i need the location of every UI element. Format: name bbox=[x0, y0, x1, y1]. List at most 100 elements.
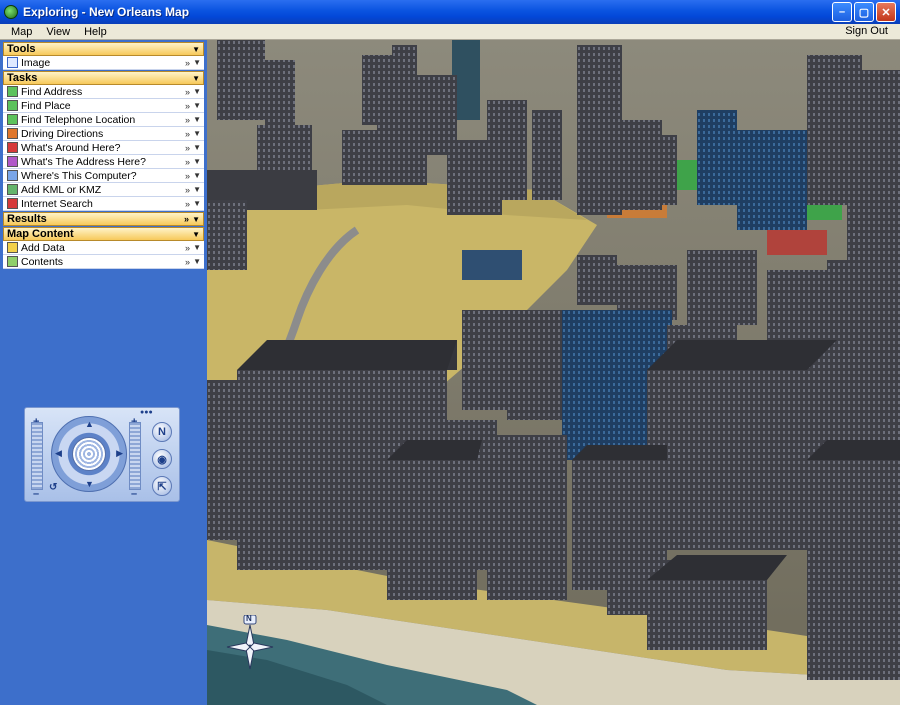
title-bar: Exploring - New Orleans Map – ▢ ✕ bbox=[0, 0, 900, 24]
menu-view[interactable]: View bbox=[39, 26, 77, 38]
add-data-icon bbox=[7, 242, 18, 253]
double-chevron-icon[interactable]: » bbox=[185, 185, 190, 195]
chevron-down-icon[interactable]: ▼ bbox=[193, 157, 201, 166]
task-label: What's The Address Here? bbox=[21, 155, 146, 168]
double-chevron-icon[interactable]: » bbox=[185, 243, 190, 253]
map-view[interactable]: N bbox=[207, 40, 900, 705]
chevron-down-icon[interactable]: ▼ bbox=[193, 58, 201, 67]
task-find-telephone-location[interactable]: Find Telephone Location » ▼ bbox=[3, 113, 204, 127]
pan-center-icon[interactable] bbox=[72, 437, 106, 471]
pan-down-icon[interactable]: ▼ bbox=[85, 479, 94, 489]
maximize-button[interactable]: ▢ bbox=[854, 2, 874, 22]
north-up-button[interactable]: N bbox=[152, 422, 172, 442]
full-extent-button[interactable]: ⇱ bbox=[152, 476, 172, 496]
compass-north-label: N bbox=[246, 614, 252, 623]
globe-button[interactable]: ◉ bbox=[152, 449, 172, 469]
app-globe-icon bbox=[4, 5, 18, 19]
close-button[interactable]: ✕ bbox=[876, 2, 896, 22]
chevron-down-icon[interactable]: ▼ bbox=[192, 230, 200, 239]
double-chevron-icon[interactable]: » bbox=[185, 87, 190, 97]
double-chevron-icon[interactable]: » bbox=[185, 157, 190, 167]
task-wheres-this-computer[interactable]: Where's This Computer? » ▼ bbox=[3, 169, 204, 183]
map-content-label: Contents bbox=[21, 255, 64, 268]
find-place-icon bbox=[7, 100, 18, 111]
task-find-address[interactable]: Find Address » ▼ bbox=[3, 85, 204, 99]
window-title: Exploring - New Orleans Map bbox=[23, 5, 190, 19]
task-whats-around-here[interactable]: What's Around Here? » ▼ bbox=[3, 141, 204, 155]
tilt-slider[interactable] bbox=[129, 422, 141, 490]
chevron-down-icon[interactable]: ▼ bbox=[193, 171, 201, 180]
double-chevron-icon[interactable]: » bbox=[184, 214, 189, 224]
task-label: Find Address bbox=[21, 85, 83, 98]
double-chevron-icon[interactable]: » bbox=[185, 257, 190, 267]
sign-out-link[interactable]: Sign Out bbox=[845, 25, 888, 37]
tasks-header[interactable]: Tasks ▼ bbox=[3, 71, 204, 85]
task-add-kml-or-kmz[interactable]: Add KML or KMZ » ▼ bbox=[3, 183, 204, 197]
results-header-label: Results bbox=[7, 213, 47, 225]
tasks-header-label: Tasks bbox=[7, 72, 38, 84]
chevron-down-icon[interactable]: ▼ bbox=[193, 129, 201, 138]
map-content-contents[interactable]: Contents » ▼ bbox=[3, 255, 204, 269]
menu-map[interactable]: Map bbox=[4, 26, 39, 38]
map-content-header[interactable]: Map Content ▼ bbox=[3, 227, 204, 241]
image-icon bbox=[7, 57, 18, 68]
chevron-down-icon[interactable]: ▼ bbox=[193, 143, 201, 152]
double-chevron-icon[interactable]: » bbox=[185, 129, 190, 139]
chevron-down-icon[interactable]: ▼ bbox=[193, 185, 201, 194]
task-label: Find Place bbox=[21, 99, 71, 112]
double-chevron-icon[interactable]: » bbox=[185, 143, 190, 153]
navigation-control: + – ↺ ▲ ▼ ◀ ▶ ↻ + – ●●● N ◉ ⇱ bbox=[24, 407, 180, 502]
task-label: Where's This Computer? bbox=[21, 169, 137, 182]
chevron-down-icon[interactable]: ▼ bbox=[192, 215, 200, 224]
pan-left-icon[interactable]: ◀ bbox=[55, 448, 62, 459]
chevron-down-icon[interactable]: ▼ bbox=[193, 199, 201, 208]
task-internet-search[interactable]: Internet Search » ▼ bbox=[3, 197, 204, 211]
task-label: What's Around Here? bbox=[21, 141, 121, 154]
pan-right-icon[interactable]: ▶ bbox=[116, 448, 123, 459]
navigation-wheel[interactable]: ▲ ▼ ◀ ▶ bbox=[51, 416, 127, 492]
chevron-down-icon[interactable]: ▼ bbox=[193, 87, 201, 96]
double-chevron-icon[interactable]: » bbox=[185, 199, 190, 209]
zoom-out-icon[interactable]: – bbox=[33, 488, 39, 500]
compass-rose[interactable]: N bbox=[225, 614, 275, 670]
double-chevron-icon[interactable]: » bbox=[185, 171, 190, 181]
task-find-place[interactable]: Find Place » ▼ bbox=[3, 99, 204, 113]
map-content-header-label: Map Content bbox=[7, 228, 74, 240]
chevron-down-icon[interactable]: ▼ bbox=[193, 115, 201, 124]
task-label: Driving Directions bbox=[21, 127, 104, 140]
chevron-down-icon[interactable]: ▼ bbox=[193, 243, 201, 252]
tilt-down-icon[interactable]: – bbox=[131, 488, 137, 500]
minimize-button[interactable]: – bbox=[832, 2, 852, 22]
around-here-icon bbox=[7, 142, 18, 153]
menu-bar: Map View Help Sign Out bbox=[0, 24, 900, 40]
menu-help[interactable]: Help bbox=[77, 26, 114, 38]
rotate-left-icon[interactable]: ↺ bbox=[49, 482, 57, 493]
options-icon[interactable]: ●●● bbox=[140, 409, 153, 416]
chevron-down-icon[interactable]: ▼ bbox=[192, 45, 200, 54]
chevron-down-icon[interactable]: ▼ bbox=[193, 101, 201, 110]
task-label: Internet Search bbox=[21, 197, 93, 210]
tools-header[interactable]: Tools ▼ bbox=[3, 42, 204, 56]
side-panel: Tools ▼ Image » ▼ Tasks ▼ Find Address »… bbox=[0, 40, 207, 705]
map-content-add-data[interactable]: Add Data » ▼ bbox=[3, 241, 204, 255]
pan-up-icon[interactable]: ▲ bbox=[85, 419, 94, 429]
tool-item-label: Image bbox=[21, 56, 51, 69]
tool-item-image[interactable]: Image » ▼ bbox=[3, 56, 204, 70]
task-label: Find Telephone Location bbox=[21, 113, 136, 126]
telephone-icon bbox=[7, 114, 18, 125]
results-header[interactable]: Results » ▼ bbox=[3, 212, 204, 226]
double-chevron-icon[interactable]: » bbox=[185, 115, 190, 125]
chevron-down-icon[interactable]: ▼ bbox=[193, 257, 201, 266]
task-whats-the-address-here[interactable]: What's The Address Here? » ▼ bbox=[3, 155, 204, 169]
task-label: Add KML or KMZ bbox=[21, 183, 102, 196]
tools-header-label: Tools bbox=[7, 43, 36, 55]
zoom-slider[interactable] bbox=[31, 422, 43, 490]
find-address-icon bbox=[7, 86, 18, 97]
task-driving-directions[interactable]: Driving Directions » ▼ bbox=[3, 127, 204, 141]
chevron-down-icon[interactable]: ▼ bbox=[192, 74, 200, 83]
double-chevron-icon[interactable]: » bbox=[185, 58, 190, 68]
internet-search-icon bbox=[7, 198, 18, 209]
address-here-icon bbox=[7, 156, 18, 167]
city-scene bbox=[207, 40, 900, 705]
double-chevron-icon[interactable]: » bbox=[185, 101, 190, 111]
